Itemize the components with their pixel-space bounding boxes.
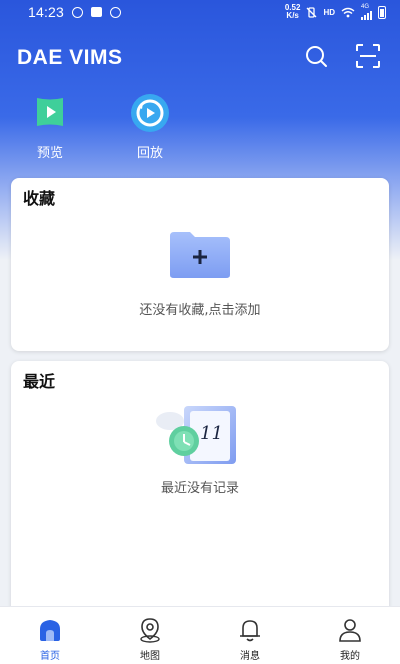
play-icon bbox=[37, 98, 63, 126]
quick-action-label: 回放 bbox=[136, 146, 163, 161]
map-pin-icon bbox=[140, 618, 160, 643]
search-icon bbox=[306, 46, 327, 67]
tab-map[interactable]: 地图 bbox=[100, 607, 200, 664]
tab-label: 地图 bbox=[140, 651, 160, 662]
recent-empty-illustration: 11 bbox=[11, 403, 389, 469]
vibrate-off-icon bbox=[306, 6, 317, 18]
recent-empty-text: 最近没有记录 bbox=[160, 481, 239, 496]
account-icon bbox=[110, 6, 122, 18]
shopping-bag-icon bbox=[91, 7, 103, 17]
net-speed-unit: K/s bbox=[286, 11, 299, 20]
tab-home[interactable]: 首页 bbox=[0, 607, 100, 664]
favorites-card: 收藏 还没有收藏,点击添加 bbox=[11, 178, 389, 351]
scan-button[interactable] bbox=[355, 43, 381, 69]
scan-icon bbox=[356, 44, 380, 68]
tab-profile[interactable]: 我的 bbox=[300, 607, 400, 664]
tab-label: 首页 bbox=[40, 651, 60, 662]
calendar-day: 11 bbox=[200, 423, 223, 444]
home-icon bbox=[40, 620, 60, 641]
tab-label: 消息 bbox=[240, 651, 260, 662]
bell-icon bbox=[240, 620, 260, 642]
add-folder-icon bbox=[170, 232, 230, 278]
quick-action-preview[interactable]: 预览 bbox=[20, 92, 80, 161]
calendar-clock-icon: 11 bbox=[156, 406, 236, 464]
net-speed: 0.52 K/s bbox=[285, 4, 301, 20]
user-icon bbox=[339, 619, 361, 642]
quick-action-playback[interactable]: 回放 bbox=[120, 92, 180, 161]
status-bar: 14:23 0.52 K/s HD 4G bbox=[0, 0, 400, 24]
sync-icon bbox=[72, 6, 84, 18]
replay-icon bbox=[131, 94, 169, 132]
recent-card: 最近 11 最近没有记录 bbox=[11, 361, 389, 621]
favorites-empty-text: 还没有收藏,点击添加 bbox=[139, 303, 261, 318]
search-button[interactable] bbox=[303, 43, 329, 69]
bottom-tab-bar: 首页 地图 消息 我的 bbox=[0, 606, 400, 664]
wifi-icon bbox=[341, 7, 355, 17]
quick-action-label: 预览 bbox=[36, 146, 63, 161]
signal-icon bbox=[361, 10, 372, 20]
hd-label: HD bbox=[323, 7, 335, 17]
add-favorite-button[interactable] bbox=[11, 230, 389, 280]
favorites-title: 收藏 bbox=[23, 189, 56, 208]
tab-messages[interactable]: 消息 bbox=[200, 607, 300, 664]
status-time: 14:23 bbox=[28, 4, 65, 20]
tab-label: 我的 bbox=[340, 651, 360, 662]
battery-icon bbox=[378, 5, 386, 19]
app-title: DAE VIMS bbox=[17, 46, 123, 69]
recent-title: 最近 bbox=[23, 372, 56, 391]
